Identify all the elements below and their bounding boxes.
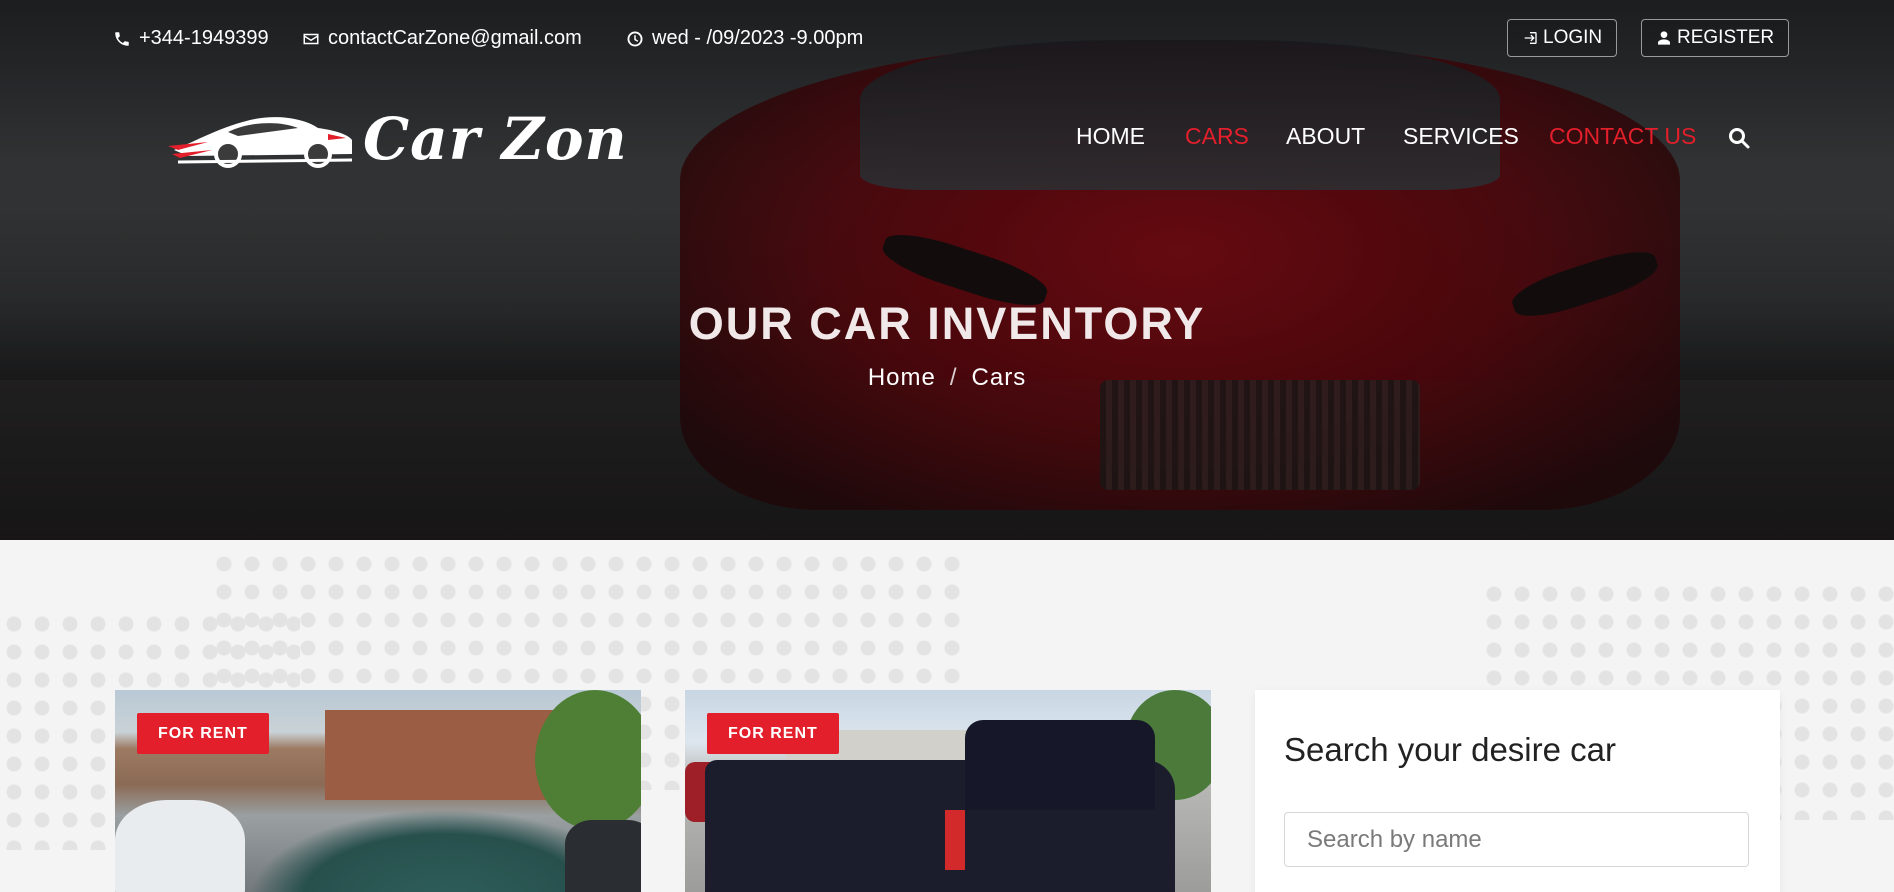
for-rent-badge: FOR RENT	[137, 713, 269, 754]
login-button[interactable]: LOGIN	[1507, 19, 1618, 57]
register-button[interactable]: REGISTER	[1641, 19, 1790, 57]
nav-cars[interactable]: CARS	[1185, 123, 1249, 150]
nav-about[interactable]: ABOUT	[1286, 123, 1365, 150]
login-label: LOGIN	[1543, 27, 1603, 48]
page-title: OUR CAR INVENTORY	[688, 298, 1206, 349]
logo-wordmark: Car Zone	[363, 105, 665, 173]
hours-info: wed - /09/2023 -9.00pm	[626, 27, 863, 50]
phone-text: +344-1949399	[139, 27, 269, 49]
site-logo[interactable]: Car Zone	[168, 104, 665, 174]
nav-home[interactable]: HOME	[1076, 123, 1145, 150]
hero-banner: +344-1949399 contactCarZone@gmail.com we…	[0, 0, 1894, 540]
search-icon[interactable]	[1727, 126, 1751, 150]
register-label: REGISTER	[1677, 27, 1775, 48]
sign-in-icon	[1524, 32, 1537, 44]
top-bar: +344-1949399 contactCarZone@gmail.com we…	[0, 0, 1894, 78]
breadcrumb-separator: /	[949, 364, 958, 391]
search-panel-title: Search your desire car	[1284, 731, 1616, 768]
nav-services[interactable]: SERVICES	[1403, 123, 1519, 150]
clock-icon	[627, 31, 643, 46]
hero-overlay	[0, 0, 1894, 540]
logo-text: Car Zone	[363, 104, 665, 188]
car-logo-icon	[168, 117, 353, 168]
phone-contact[interactable]: +344-1949399	[113, 27, 269, 50]
email-contact[interactable]: contactCarZone@gmail.com	[302, 27, 582, 50]
breadcrumb-current: Cars	[971, 364, 1027, 391]
search-panel: Search your desire car	[1255, 690, 1780, 892]
envelope-icon	[303, 33, 319, 44]
breadcrumb: Home / Cars	[0, 364, 1894, 392]
car-listing-card[interactable]: FOR RENT	[115, 690, 641, 892]
email-text: contactCarZone@gmail.com	[328, 27, 582, 49]
svg-text:Car Zone: Car Zone	[363, 105, 623, 173]
phone-icon	[115, 31, 129, 46]
breadcrumb-home[interactable]: Home	[868, 364, 936, 391]
for-rent-badge: FOR RENT	[707, 713, 839, 754]
search-by-name-input[interactable]	[1284, 812, 1749, 867]
car-listing-card[interactable]: FOR RENT	[685, 690, 1211, 892]
hours-text: wed - /09/2023 -9.00pm	[652, 27, 864, 49]
user-icon	[1658, 31, 1670, 45]
nav-contact-us[interactable]: CONTACT US	[1549, 123, 1696, 150]
inventory-section: FOR RENT FOR RENT Search your desire car	[0, 540, 1894, 892]
